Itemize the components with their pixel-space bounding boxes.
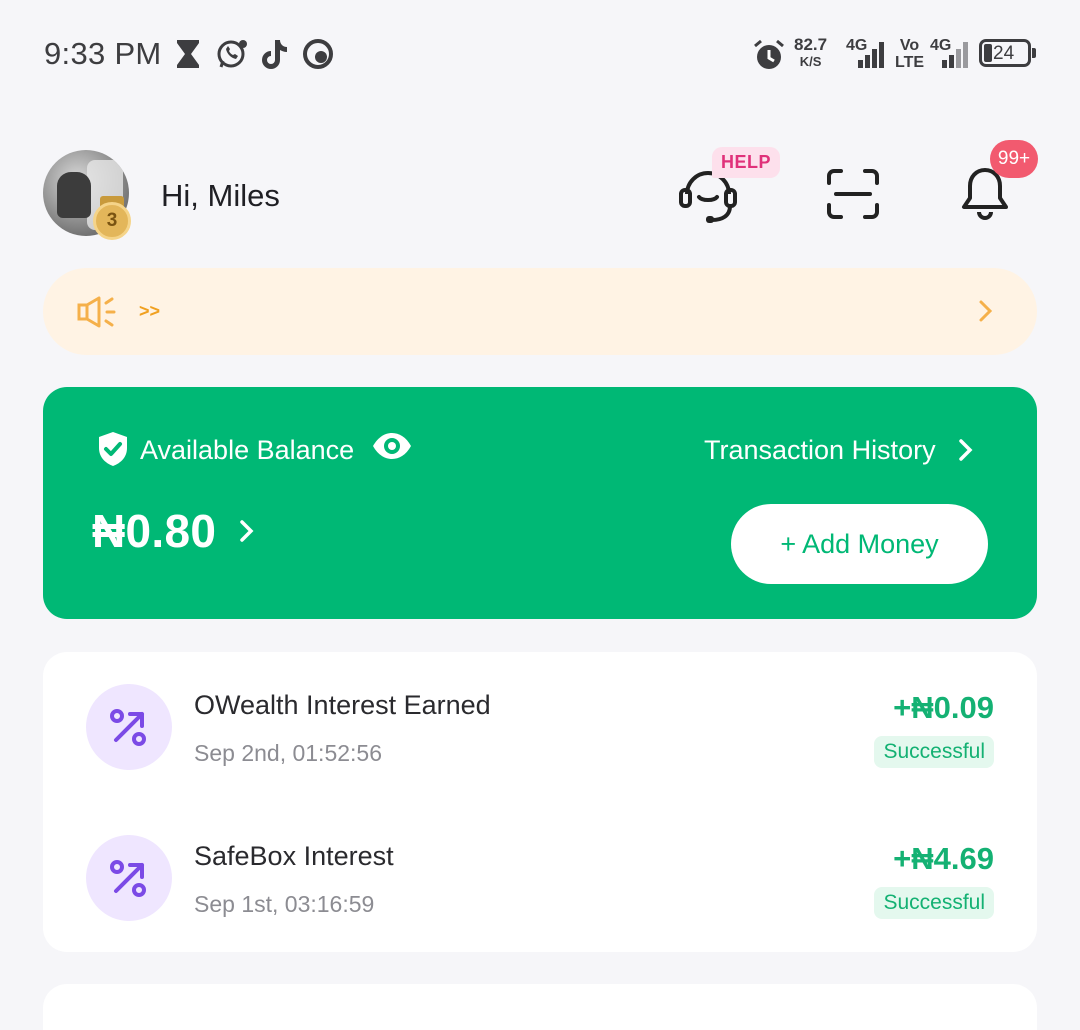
eye-icon[interactable] [371, 431, 413, 466]
level-medal-icon: 3 [92, 196, 132, 240]
sim2-signal: 4G [930, 38, 968, 68]
help-badge: HELP [712, 147, 781, 178]
chevron-right-icon[interactable] [957, 437, 973, 468]
whatsapp-icon [216, 38, 248, 75]
volte-indicator: Vo LTE [895, 37, 925, 71]
transaction-history-link[interactable]: Transaction History [704, 435, 936, 466]
wallet-home-screen: 9:33 PM 82.7 K/S 4G Vo LTE 4G 24 3 Hi, M… [0, 0, 1080, 1030]
balance-card: Available Balance Transaction History ₦0… [43, 387, 1037, 619]
scan-icon [827, 169, 879, 219]
transaction-title: OWealth Interest Earned [194, 690, 491, 720]
status-badge: Successful [874, 736, 994, 768]
add-money-button[interactable]: + Add Money [731, 504, 988, 584]
transaction-date: Sep 2nd, 01:52:56 [194, 740, 382, 766]
percent-up-icon [86, 684, 172, 770]
app-icon [302, 38, 334, 75]
shield-check-icon [96, 430, 130, 473]
scan-button[interactable] [826, 168, 880, 220]
chevron-right-icon [977, 299, 993, 328]
recent-transactions: OWealth Interest Earned Sep 2nd, 01:52:5… [43, 652, 1037, 952]
hourglass-icon [174, 38, 202, 75]
sim1-signal: 4G [846, 38, 884, 68]
transaction-title: SafeBox Interest [194, 841, 394, 871]
status-time: 9:33 PM [44, 36, 162, 71]
transaction-amount: +₦4.69 [893, 841, 994, 876]
tiktok-icon [261, 38, 289, 75]
network-speed: 82.7 K/S [794, 35, 828, 69]
battery-indicator: 24 [979, 39, 1036, 67]
balance-label: Available Balance [140, 435, 355, 465]
next-section-card [43, 984, 1037, 1030]
status-bar: 9:33 PM 82.7 K/S 4G Vo LTE 4G 24 [0, 0, 1080, 110]
percent-up-icon [86, 835, 172, 921]
announcement-text: >> [139, 301, 161, 321]
transaction-row[interactable]: SafeBox Interest Sep 1st, 03:16:59 +₦4.6… [43, 835, 1037, 945]
greeting: Hi, Miles [161, 178, 280, 213]
transaction-date: Sep 1st, 03:16:59 [194, 891, 375, 917]
notification-badge: 99+ [990, 140, 1038, 178]
status-badge: Successful [874, 887, 994, 919]
announcement-banner[interactable]: >> [43, 268, 1037, 355]
transaction-amount: +₦0.09 [893, 690, 994, 725]
signal-bars-icon [942, 42, 968, 68]
balance-amount[interactable]: ₦0.80 [92, 504, 216, 558]
alarm-icon [752, 38, 786, 77]
transaction-row[interactable]: OWealth Interest Earned Sep 2nd, 01:52:5… [43, 684, 1037, 794]
signal-bars-icon [858, 42, 884, 68]
chevron-right-icon[interactable] [238, 518, 254, 549]
megaphone-icon [77, 295, 117, 334]
